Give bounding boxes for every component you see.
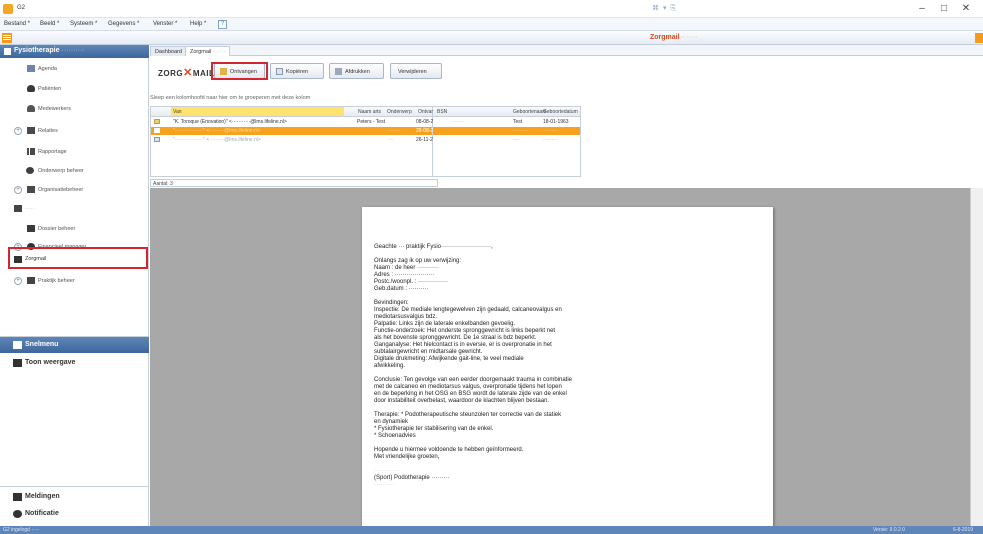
- grid-row-count: Aantal: 3: [150, 179, 438, 187]
- table-row[interactable]: ········ Test 18-01-1963: [433, 118, 580, 126]
- tools-icon: [27, 277, 35, 284]
- sidebar-item-praktijk-beheer[interactable]: + Praktijk beheer: [0, 272, 149, 289]
- minimize-button[interactable]: –: [915, 3, 929, 14]
- sidebar: Fysiotherapie ·········· Agenda Patiënte…: [0, 45, 149, 526]
- table-row-selected[interactable]: "·················" <·········@lms.lifel…: [151, 127, 462, 135]
- sidebar-item-onderwerp-beheer[interactable]: Onderwerp beheer: [0, 162, 149, 179]
- table-row[interactable]: "·················" <·········@lms.lifel…: [151, 136, 462, 144]
- grid-header-right: BSN Geboortenaam Geboortedatum: [433, 107, 580, 117]
- sidebar-heading[interactable]: Fysiotherapie ··········: [0, 45, 149, 58]
- column-header-van[interactable]: Van: [171, 107, 344, 116]
- column-header-geboortedatum[interactable]: Geboortedatum: [543, 109, 578, 115]
- folder-icon: [27, 225, 35, 232]
- letter-body: Geachte ··· praktijk Fysio··············…: [374, 244, 664, 496]
- table-row[interactable]: "K. Toroque (Enovation)" <···········@lm…: [151, 118, 462, 126]
- tab-strip: Dashboard Zorgmail - ·····: [150, 45, 983, 56]
- grid-header: Van Naam arts Onderwerp Ontvangen: [151, 107, 442, 117]
- zorgmail-highlight-box: [8, 247, 148, 269]
- mail-row-icon: [154, 119, 160, 124]
- expand-plus-icon[interactable]: +: [14, 277, 22, 285]
- hamburger-icon[interactable]: [2, 33, 12, 43]
- expand-plus-icon[interactable]: +: [14, 186, 22, 194]
- copy-icon: [276, 68, 283, 75]
- page-title: Zorgmail - ·····: [650, 34, 698, 41]
- menu-help[interactable]: Help *: [190, 21, 206, 27]
- sidebar-item-rapportage[interactable]: Rapportage: [0, 143, 149, 160]
- person-icon: [27, 85, 35, 92]
- sidebar-item-dossier-beheer[interactable]: Dossier beheer: [0, 220, 149, 237]
- expand-plus-icon[interactable]: +: [14, 127, 22, 135]
- mail-row-icon: [154, 128, 160, 133]
- panel-meldingen[interactable]: Meldingen: [0, 489, 149, 505]
- menu-bar: Bestand * Beeld * Systeem * Gegevens * V…: [0, 18, 983, 31]
- menu-bestand[interactable]: Bestand *: [4, 21, 30, 27]
- group-by-hint: Sleep een kolomhoofd naar hier om te gro…: [150, 95, 311, 101]
- maximize-button[interactable]: □: [937, 3, 951, 14]
- sidebar-item-practice[interactable]: ·····: [0, 200, 149, 217]
- column-header-bsn[interactable]: BSN: [437, 109, 447, 115]
- view-icon: [13, 359, 22, 367]
- tab-dashboard[interactable]: Dashboard: [150, 46, 187, 56]
- letter-salutation: Geachte ··· praktijk Fysio··············…: [374, 244, 493, 250]
- mail-grid-right: BSN Geboortenaam Geboortedatum ········ …: [433, 106, 581, 177]
- status-version: Versie: 9.0.2.0: [873, 527, 905, 533]
- title-bar: G2 ⌘ ▾ ⎘ – □ ✕: [0, 0, 983, 18]
- notification-icon: [13, 510, 22, 518]
- relations-icon: [27, 127, 35, 134]
- sidebar-item-agenda[interactable]: Agenda: [0, 60, 149, 77]
- menu-gegevens[interactable]: Gegevens *: [108, 21, 139, 27]
- home-icon: [14, 205, 22, 212]
- help-icon[interactable]: ?: [218, 20, 227, 29]
- snelmenu-icon: [13, 341, 22, 349]
- verwijderen-button[interactable]: Verwijderen: [390, 63, 442, 79]
- table-row-selected[interactable]: ········· ·········: [433, 127, 580, 135]
- close-button[interactable]: ✕: [959, 3, 973, 14]
- column-header-naam-arts[interactable]: Naam arts: [358, 109, 381, 115]
- gear-icon: [26, 167, 34, 174]
- corner-accent-icon: [975, 33, 983, 43]
- status-bar: G2 ingelogd ····· Versie: 9.0.2.0 6-8-20…: [0, 526, 983, 534]
- column-header-geboortenaam[interactable]: Geboortenaam: [513, 109, 546, 115]
- sidebar-item-organisatiebeheer[interactable]: + Organisatiebeheer: [0, 181, 149, 198]
- app-title: G2: [17, 5, 26, 11]
- kopieren-button[interactable]: Kopiëren: [270, 63, 324, 79]
- status-login: G2 ingelogd ·····: [3, 527, 40, 533]
- sidebar-item-relaties[interactable]: + Relaties: [0, 122, 149, 139]
- envelope-icon: [13, 493, 22, 501]
- people-icon: [27, 105, 35, 112]
- afdrukken-button[interactable]: Afdrukken: [329, 63, 384, 79]
- menu-systeem[interactable]: Systeem *: [70, 21, 97, 27]
- menu-beeld[interactable]: Beeld *: [40, 21, 59, 27]
- organisation-icon: [27, 186, 35, 193]
- letter-page: Geachte ··· praktijk Fysio··············…: [362, 207, 773, 526]
- menu-venster[interactable]: Venster *: [153, 21, 177, 27]
- status-date: 6-8-2019: [953, 527, 974, 533]
- sidebar-item-patienten[interactable]: Patiënten: [0, 80, 149, 97]
- panel-toon-weergave[interactable]: Toon weergave: [0, 355, 149, 371]
- ontvangen-highlight-box: [211, 62, 268, 80]
- column-header-onderwerp[interactable]: Onderwerp: [387, 109, 412, 115]
- tab-zorgmail[interactable]: Zorgmail - ·····: [185, 46, 231, 56]
- page-subtitle: - ·····: [679, 34, 698, 41]
- preview-scrollbar[interactable]: [970, 188, 983, 526]
- panel-notificatie[interactable]: Notificatie: [0, 506, 149, 522]
- panel-snelmenu[interactable]: Snelmenu: [0, 337, 149, 353]
- building-icon: [4, 48, 11, 55]
- mail-row-icon: [154, 137, 160, 142]
- title-center-icons: ⌘ ▾ ⎘: [652, 5, 678, 12]
- zorgmail-logo: ZORG✕MAIL: [158, 67, 215, 79]
- header-band: Zorgmail - ·····: [0, 31, 983, 45]
- app-logo-icon: [3, 4, 13, 14]
- sidebar-item-medewerkers[interactable]: Medewerkers: [0, 100, 149, 117]
- table-row[interactable]: ···· ·········: [433, 136, 580, 144]
- printer-icon: [335, 68, 342, 75]
- mail-grid: Van Naam arts Onderwerp Ontvangen "K. To…: [150, 106, 462, 177]
- calendar-icon: [27, 65, 35, 72]
- bar-chart-icon: [27, 148, 35, 155]
